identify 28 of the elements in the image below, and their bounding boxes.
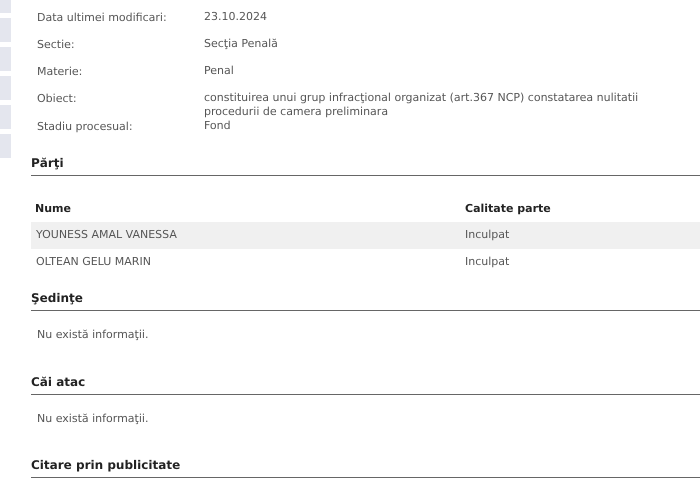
empty-message: Nu există informaţii. [36,410,148,426]
field-value: Fond [204,119,232,133]
column-header: Calitate parte [465,200,551,217]
field-value: 23.10.2024 [204,10,268,24]
sidebar-tab[interactable] [0,47,11,71]
sidebar-tab[interactable] [0,76,11,100]
table-cell-text: Inculpat [465,254,510,270]
field-label: Stadiu procesual: [37,119,134,135]
table-cell-text: YOUNESS AMAL VANESSA [36,227,178,244]
table-cell-text: OLTEAN GELU MARIN [36,254,152,270]
field-value: Secţia Penală [204,37,279,51]
sidebar-tab[interactable] [0,134,11,158]
empty-message: Nu există informaţii. [36,327,148,343]
field-label: Materie: [37,64,84,80]
field-value: constituirea unui grup infracţional organizat (art.367 NCP) constatarea nulitatii procedurii de camera preliminara [204,91,640,119]
table-cell-text: Inculpat [465,227,510,244]
sidebar-tab[interactable] [0,0,11,13]
sidebar-tab[interactable] [0,18,11,42]
field-label: Obiect: [37,91,78,107]
column-header: Nume [35,200,72,217]
sidebar-tab[interactable] [0,105,11,129]
field-label: Sectie: [37,37,76,53]
field-value: Penal [204,64,235,78]
field-label: Data ultimei modificari: [37,10,168,26]
section-heading: Părţi [31,155,64,172]
section-heading: Căi atac [31,374,86,390]
section-heading: Şedinţe [31,290,83,307]
section-heading: Citare prin publicitate [31,457,180,474]
